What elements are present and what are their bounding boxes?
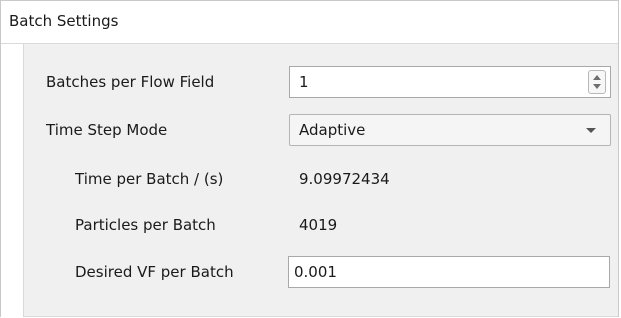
- desired-vf-per-batch-label: Desired VF per Batch: [75, 263, 234, 281]
- time-step-mode-label: Time Step Mode: [46, 121, 168, 139]
- desired-vf-per-batch-value[interactable]: 0.001: [294, 263, 337, 281]
- group-margin: [1, 44, 23, 317]
- group-body: Batches per Flow Field 1 Time Step Mode …: [23, 44, 618, 317]
- time-per-batch-value: 9.09972434: [299, 170, 390, 188]
- row-batches-per-flow-field: Batches per Flow Field 1: [24, 64, 618, 100]
- particles-per-batch-label: Particles per Batch: [75, 216, 216, 234]
- group-title: Batch Settings: [9, 12, 119, 30]
- chevron-down-icon[interactable]: [586, 128, 596, 133]
- batches-per-flow-field-input[interactable]: 1: [289, 66, 611, 98]
- row-desired-vf-per-batch: Desired VF per Batch 0.001: [24, 254, 618, 290]
- row-time-per-batch: Time per Batch / (s) 9.09972434: [24, 161, 618, 197]
- time-step-mode-selected[interactable]: Adaptive: [299, 121, 365, 139]
- spinner-down-button[interactable]: [589, 82, 605, 93]
- time-step-mode-select[interactable]: Adaptive: [289, 114, 611, 146]
- spinner-up-button[interactable]: [589, 71, 605, 82]
- row-particles-per-batch: Particles per Batch 4019: [24, 207, 618, 243]
- row-time-step-mode: Time Step Mode Adaptive: [24, 112, 618, 148]
- batches-per-flow-field-value[interactable]: 1: [299, 73, 309, 91]
- time-per-batch-label: Time per Batch / (s): [75, 170, 224, 188]
- particles-per-batch-value: 4019: [299, 216, 338, 234]
- batch-settings-group: Batch Settings Batches per Flow Field 1 …: [0, 0, 619, 317]
- spinner-icon[interactable]: [588, 70, 606, 94]
- group-header: Batch Settings: [1, 0, 618, 44]
- batches-per-flow-field-label: Batches per Flow Field: [46, 73, 215, 91]
- desired-vf-per-batch-input[interactable]: 0.001: [288, 256, 610, 288]
